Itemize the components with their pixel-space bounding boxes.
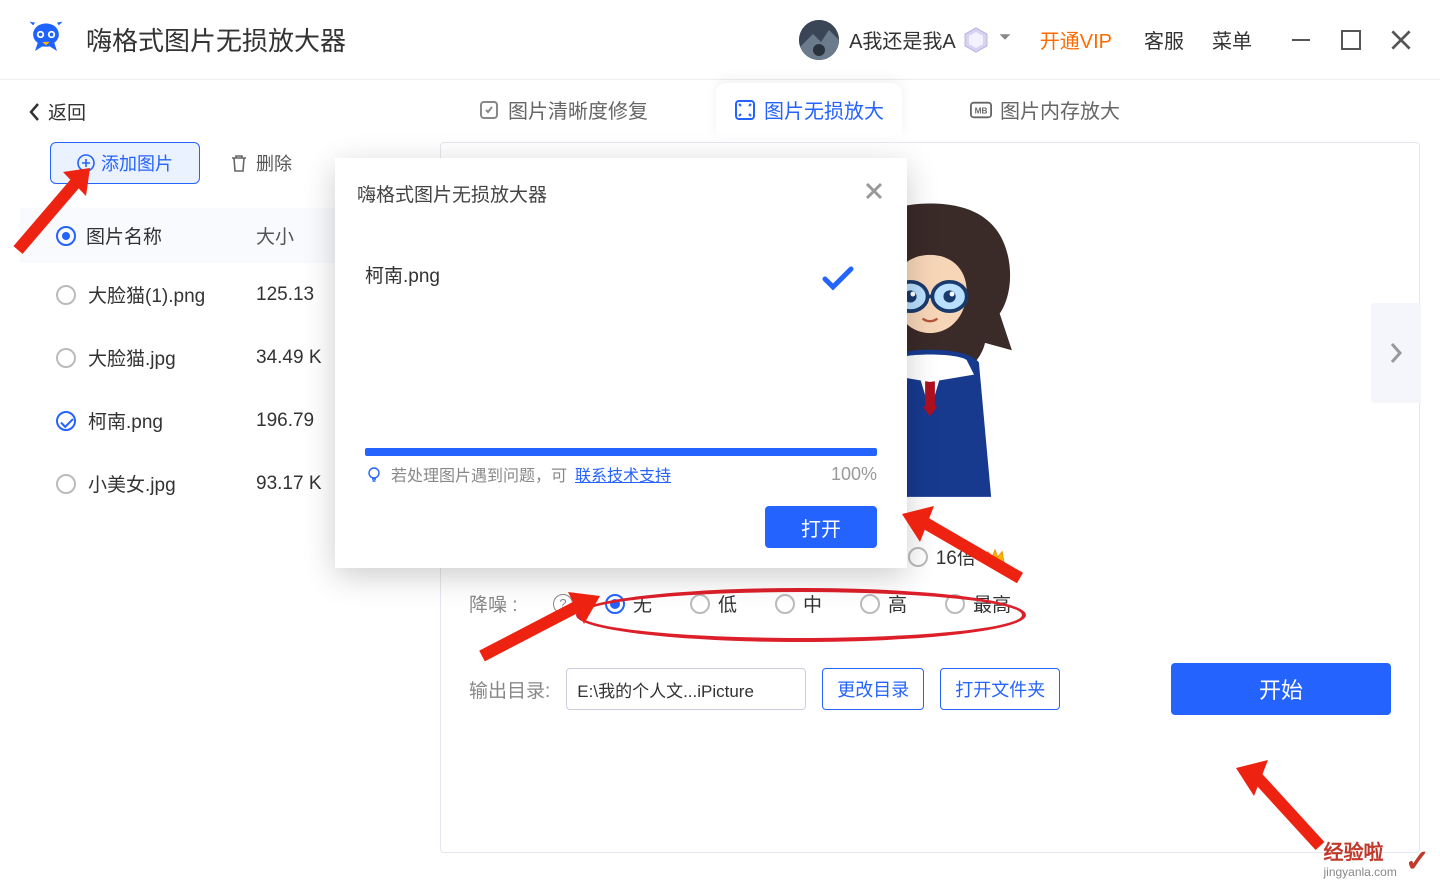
- start-button[interactable]: 开始: [1171, 663, 1391, 715]
- modal-close-button[interactable]: [863, 178, 885, 209]
- opt-label: 无: [633, 590, 652, 617]
- back-label: 返回: [48, 98, 86, 125]
- noise-option-mid[interactable]: 中: [775, 590, 822, 617]
- user-dropdown-caret-icon[interactable]: [996, 28, 1014, 51]
- output-path-input[interactable]: [566, 668, 806, 710]
- contact-support-link[interactable]: 联系技术支持: [575, 462, 671, 486]
- opt-label: 16倍: [936, 543, 976, 570]
- noise-option-none[interactable]: 无: [605, 590, 652, 617]
- watermark: 经验啦 jingyanla.com ✓: [1323, 836, 1430, 879]
- file-name: 小美女.jpg: [88, 470, 176, 497]
- output-label: 输出目录:: [469, 676, 550, 703]
- tab-bar: 图片清晰度修复 图片无损放大 MB 图片内存放大: [0, 80, 1440, 138]
- output-row: 输出目录: 更改目录 打开文件夹 开始: [441, 645, 1419, 733]
- sparkle-icon: [478, 99, 500, 121]
- next-image-button[interactable]: [1371, 303, 1421, 403]
- radio-icon: [908, 547, 928, 567]
- title-bar: 嗨格式图片无损放大器 A我还是我A 开通VIP 客服 菜单: [0, 0, 1440, 80]
- tab-label: 图片无损放大: [764, 95, 884, 124]
- window-minimize-icon[interactable]: [1286, 25, 1316, 55]
- radio-icon: [775, 594, 795, 614]
- radio-icon: [690, 594, 710, 614]
- noise-option-low[interactable]: 低: [690, 590, 737, 617]
- tab-memory-enlarge[interactable]: MB 图片内存放大: [952, 83, 1138, 138]
- file-size: 125.13: [256, 284, 314, 306]
- watermark-check-icon: ✓: [1405, 844, 1430, 879]
- user-name: A我还是我A: [849, 25, 956, 54]
- file-name: 大脸猫.jpg: [88, 344, 176, 371]
- noise-label: 降噪 :: [469, 590, 541, 617]
- opt-label: 中: [803, 590, 822, 617]
- opt-label: 低: [718, 590, 737, 617]
- opt-label: 高: [888, 590, 907, 617]
- back-button[interactable]: 返回: [28, 98, 86, 125]
- row-radio[interactable]: [56, 285, 76, 305]
- chevron-left-icon: [28, 102, 42, 122]
- window-close-icon[interactable]: [1386, 25, 1416, 55]
- progress-modal: 嗨格式图片无损放大器 柯南.png 若处理图片遇到问题，可 联系技术支持 100…: [335, 158, 907, 568]
- file-size: 34.49 K: [256, 347, 322, 369]
- app-title: 嗨格式图片无损放大器: [86, 21, 346, 58]
- modal-hint: 若处理图片遇到问题，可: [391, 462, 567, 486]
- tab-label: 图片清晰度修复: [508, 95, 648, 124]
- lightbulb-icon: [365, 465, 383, 483]
- menu-link[interactable]: 菜单: [1212, 25, 1252, 54]
- delete-button[interactable]: 删除: [230, 142, 292, 184]
- file-name: 柯南.png: [88, 407, 163, 434]
- user-avatar[interactable]: [799, 20, 839, 60]
- trash-icon: [230, 153, 248, 173]
- progress-percent: 100%: [831, 464, 877, 485]
- modal-file-name: 柯南.png: [365, 261, 877, 288]
- tab-label: 图片内存放大: [1000, 95, 1120, 124]
- radio-icon: [860, 594, 880, 614]
- close-icon: [863, 180, 885, 202]
- modal-open-button[interactable]: 打开: [765, 506, 877, 548]
- noise-option-high[interactable]: 高: [860, 590, 907, 617]
- open-vip-link[interactable]: 开通VIP: [1040, 25, 1112, 54]
- check-icon: [821, 265, 855, 298]
- progress-bar: [335, 448, 907, 456]
- watermark-url: jingyanla.com: [1323, 865, 1396, 879]
- user-badge-icon: [962, 26, 990, 54]
- support-link[interactable]: 客服: [1144, 25, 1184, 54]
- radio-icon: [605, 594, 625, 614]
- row-radio[interactable]: [56, 474, 76, 494]
- file-size: 196.79: [256, 410, 314, 432]
- select-all-radio[interactable]: [56, 226, 76, 246]
- file-size: 93.17 K: [256, 473, 322, 495]
- column-size-label: 大小: [256, 222, 294, 249]
- opt-label: 最高: [973, 590, 1011, 617]
- noise-option-max[interactable]: 最高: [945, 590, 1011, 617]
- tab-lossless-enlarge[interactable]: 图片无损放大: [716, 83, 902, 138]
- file-name: 大脸猫(1).png: [88, 281, 205, 308]
- row-radio[interactable]: [56, 348, 76, 368]
- row-radio[interactable]: [56, 411, 76, 431]
- tab-clarity-repair[interactable]: 图片清晰度修复: [460, 83, 666, 138]
- column-name-label: 图片名称: [86, 222, 162, 249]
- change-dir-button[interactable]: 更改目录: [822, 668, 924, 710]
- scale-option-16x[interactable]: 16倍: [908, 543, 1006, 570]
- watermark-brand: 经验啦: [1323, 836, 1396, 865]
- expand-icon: [734, 99, 756, 121]
- add-image-label: 添加图片: [101, 150, 173, 176]
- open-folder-button[interactable]: 打开文件夹: [940, 668, 1060, 710]
- plus-circle-icon: [77, 154, 95, 172]
- add-image-button[interactable]: 添加图片: [50, 142, 200, 184]
- radio-icon: [945, 594, 965, 614]
- crown-icon: [984, 548, 1006, 566]
- app-logo-icon: [24, 18, 68, 62]
- help-icon[interactable]: ?: [553, 594, 573, 614]
- delete-label: 删除: [256, 150, 292, 176]
- svg-text:MB: MB: [975, 106, 988, 115]
- noise-param-row: 降噪 : ? 无 低 中 高 最高: [441, 580, 1419, 627]
- window-maximize-icon[interactable]: [1336, 25, 1366, 55]
- modal-title: 嗨格式图片无损放大器: [357, 180, 863, 207]
- chevron-right-icon: [1388, 341, 1404, 365]
- mb-icon: MB: [970, 99, 992, 121]
